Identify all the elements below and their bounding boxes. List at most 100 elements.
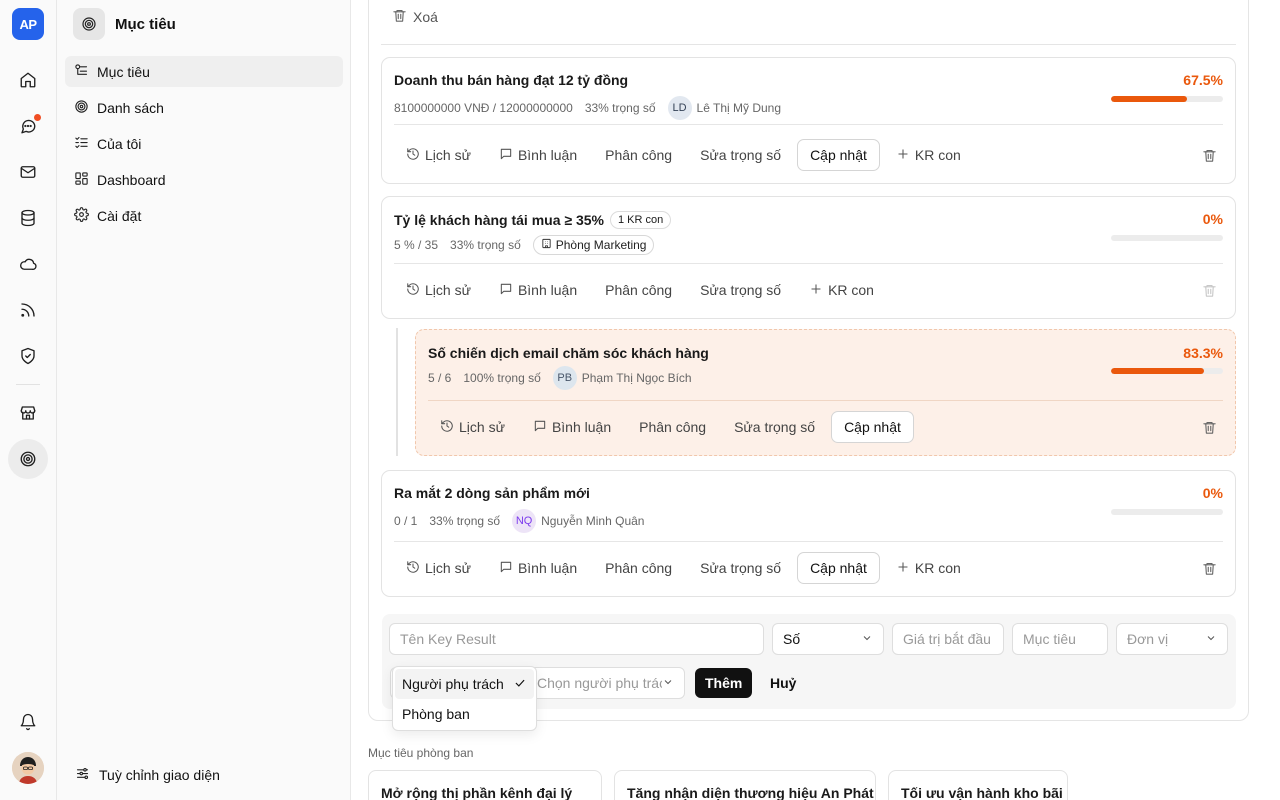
kr-progress-text: 5 / 6 [428, 371, 452, 385]
divider [381, 44, 1236, 45]
kr-weight: 33% trọng số [429, 514, 501, 528]
comment-button[interactable]: Bình luận [487, 139, 589, 171]
edit-weight-button[interactable]: Sửa trọng số [688, 139, 793, 171]
target-value-input[interactable]: Mục tiêu [1012, 623, 1108, 655]
app-logo[interactable]: AP [12, 8, 44, 40]
assign-button[interactable]: Phân công [593, 139, 684, 171]
department-objective-card[interactable]: Tăng nhận diện thương hiệu An Phát [614, 770, 876, 800]
sidebar-item-list[interactable]: Danh sách [65, 92, 343, 123]
target-icon[interactable] [8, 439, 48, 479]
history-button[interactable]: Lịch sử [394, 274, 483, 306]
trash-icon [392, 8, 407, 26]
dashboard-icon [74, 171, 89, 189]
kr-type-select[interactable]: Số [772, 623, 884, 655]
user-avatar[interactable] [12, 752, 44, 784]
kr-progress-bar [1111, 509, 1223, 515]
dropdown-option-owner[interactable]: Người phụ trách [395, 669, 534, 699]
edit-weight-button[interactable]: Sửa trọng số [688, 274, 793, 306]
kr-progress-bar [1111, 368, 1223, 374]
kr-progress-text: 5 % / 35 [394, 238, 439, 252]
kr-meta: 5 % / 35 33% trọng số Phòng Marketing [394, 235, 655, 255]
customize-ui-button[interactable]: Tuỳ chỉnh giao diện [75, 766, 220, 784]
history-label: Lịch sử [425, 147, 471, 163]
kr-progress-fill [1111, 96, 1187, 102]
sidebar-item-objectives[interactable]: Mục tiêu [65, 56, 343, 87]
objectives-icon [74, 63, 89, 81]
kr-weight: 33% trọng số [450, 238, 521, 252]
delete-objective-button[interactable]: Xoá [392, 8, 438, 26]
start-value-input[interactable]: Giá trị bắt đầu [892, 623, 1004, 655]
unit-select[interactable]: Đơn vị [1116, 623, 1228, 655]
kr-meta: 8100000000 VNĐ / 12000000000 33% trọng s… [394, 96, 781, 120]
mail-icon[interactable] [8, 152, 48, 192]
kr-actions: Lịch sử Bình luận Phân công Sửa trọng số… [394, 139, 973, 171]
update-button[interactable]: Cập nhật [797, 552, 880, 584]
rss-icon[interactable] [8, 290, 48, 330]
department-badge[interactable]: Phòng Marketing [532, 235, 655, 255]
target-icon [74, 99, 89, 117]
add-kr-button[interactable]: Thêm [695, 668, 753, 698]
comment-icon [533, 419, 547, 436]
edit-weight-button[interactable]: Sửa trọng số [688, 552, 793, 584]
update-button[interactable]: Cập nhật [831, 411, 914, 443]
avatar: LD [667, 96, 692, 120]
assign-button[interactable]: Phân công [593, 274, 684, 306]
trash-icon[interactable] [1202, 561, 1217, 579]
add-child-kr-button[interactable]: KR con [797, 274, 886, 306]
store-icon[interactable] [8, 393, 48, 433]
history-icon [406, 282, 420, 299]
checklist-icon [74, 135, 89, 153]
assign-button[interactable]: Phân công [627, 411, 718, 443]
divider [394, 124, 1223, 125]
divider [394, 541, 1223, 542]
kr-owner[interactable]: NQ Nguyễn Minh Quân [512, 509, 644, 533]
history-button[interactable]: Lịch sử [394, 552, 483, 584]
add-child-kr-button[interactable]: KR con [884, 139, 973, 171]
chevron-down-icon [861, 631, 873, 647]
avatar: NQ [512, 509, 537, 533]
comment-button[interactable]: Bình luận [487, 552, 589, 584]
child-connector [396, 328, 398, 456]
dropdown-option-department[interactable]: Phòng ban [395, 699, 534, 729]
sidebar-item-mine[interactable]: Của tôi [65, 128, 343, 159]
trash-icon[interactable] [1202, 148, 1217, 166]
owner-select[interactable]: Chọn người phụ trách [526, 667, 685, 699]
sidebar-item-label: Dashboard [97, 171, 166, 188]
history-button[interactable]: Lịch sử [394, 139, 483, 171]
department-objective-card[interactable]: Mở rộng thị phần kênh đại lý [368, 770, 602, 800]
department-objectives-label: Mục tiêu phòng ban [368, 746, 474, 760]
edit-weight-button[interactable]: Sửa trọng số [722, 411, 827, 443]
chat-icon[interactable] [8, 106, 48, 146]
cloud-icon[interactable] [8, 244, 48, 284]
comment-icon [499, 282, 513, 299]
child-key-result-card: Số chiến dịch email chăm sóc khách hàng … [415, 329, 1236, 456]
add-child-kr-button[interactable]: KR con [884, 552, 973, 584]
sidebar-item-label: Danh sách [97, 99, 164, 116]
update-button[interactable]: Cập nhật [797, 139, 880, 171]
delete-label: Xoá [413, 9, 438, 25]
trash-icon[interactable] [1202, 420, 1217, 438]
plus-icon [809, 282, 823, 299]
sidebar-item-settings[interactable]: Cài đặt [65, 200, 343, 231]
cancel-button[interactable]: Huỷ [765, 668, 801, 698]
sidebar-item-dashboard[interactable]: Dashboard [65, 164, 343, 195]
department-objective-card[interactable]: Tối ưu vận hành kho bãi [888, 770, 1068, 800]
history-button[interactable]: Lịch sử [428, 411, 517, 443]
kr-owner[interactable]: LD Lê Thị Mỹ Dung [667, 96, 781, 120]
divider [428, 400, 1223, 401]
database-icon[interactable] [8, 198, 48, 238]
shield-icon[interactable] [8, 336, 48, 376]
bell-icon[interactable] [8, 702, 48, 742]
sidebar-title: Mục tiêu [115, 15, 176, 33]
history-label: Lịch sử [425, 560, 471, 576]
kr-name-input[interactable]: Tên Key Result [389, 623, 764, 655]
comment-button[interactable]: Bình luận [521, 411, 623, 443]
sidebar-item-label: Của tôi [97, 135, 142, 152]
kr-weight: 100% trọng số [463, 371, 541, 385]
home-icon[interactable] [8, 60, 48, 100]
kr-owner[interactable]: PB Phạm Thị Ngọc Bích [552, 366, 692, 390]
comment-icon [499, 560, 513, 577]
assign-button[interactable]: Phân công [593, 552, 684, 584]
comment-button[interactable]: Bình luận [487, 274, 589, 306]
kr-actions: Lịch sử Bình luận Phân công Sửa trọng số… [394, 552, 973, 584]
